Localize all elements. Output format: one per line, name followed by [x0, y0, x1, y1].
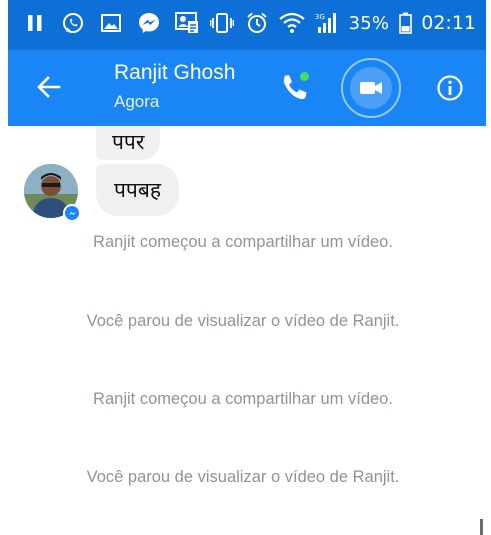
arrow-left-icon — [37, 76, 61, 98]
video-call-button[interactable] — [341, 58, 401, 118]
contact-status: Agora — [114, 92, 160, 111]
whatsapp-icon — [60, 10, 86, 36]
signal-3g-icon: 3G — [314, 10, 340, 36]
message-bubble[interactable]: पपर — [96, 126, 161, 160]
message-bubble[interactable]: पपबह — [96, 164, 179, 216]
scrollbar[interactable] — [480, 519, 483, 535]
messenger-badge-icon — [63, 204, 81, 222]
conversation-header: Ranjit Ghosh Agora — [8, 50, 486, 126]
online-status-dot — [300, 72, 309, 81]
system-message: Ranjit começou a compartilhar um vídeo. — [93, 233, 393, 251]
voice-call-button[interactable] — [276, 70, 312, 106]
info-button[interactable] — [436, 74, 464, 102]
svg-text:3G: 3G — [315, 13, 325, 21]
clock-time: 02:11 — [421, 12, 476, 34]
alarm-icon — [244, 10, 270, 36]
system-message: Ranjit começou a compartilhar um vídeo. — [93, 390, 393, 408]
video-camera-icon — [360, 82, 382, 94]
contacts-sync-icon — [174, 10, 200, 36]
system-message: Você parou de visualizar o vídeo de Ranj… — [86, 468, 400, 486]
back-button[interactable] — [32, 70, 66, 104]
battery-icon — [398, 10, 412, 36]
message-list[interactable]: पपर पपबह Ranjit começou a compartilhar u… — [8, 126, 486, 535]
status-bar: 3G 35% 02:11 — [8, 0, 486, 50]
pause-icon — [22, 10, 48, 36]
vibrate-icon — [209, 10, 235, 36]
contact-name[interactable]: Ranjit Ghosh — [114, 61, 235, 85]
system-message: Você parou de visualizar o vídeo de Ranj… — [86, 312, 400, 330]
battery-percent: 35% — [348, 12, 390, 34]
screen-right-margin — [486, 0, 491, 535]
messenger-icon — [136, 10, 162, 36]
screen-left-margin — [0, 0, 8, 535]
wifi-icon — [278, 10, 305, 36]
info-icon — [437, 75, 463, 101]
gallery-icon — [98, 10, 124, 36]
